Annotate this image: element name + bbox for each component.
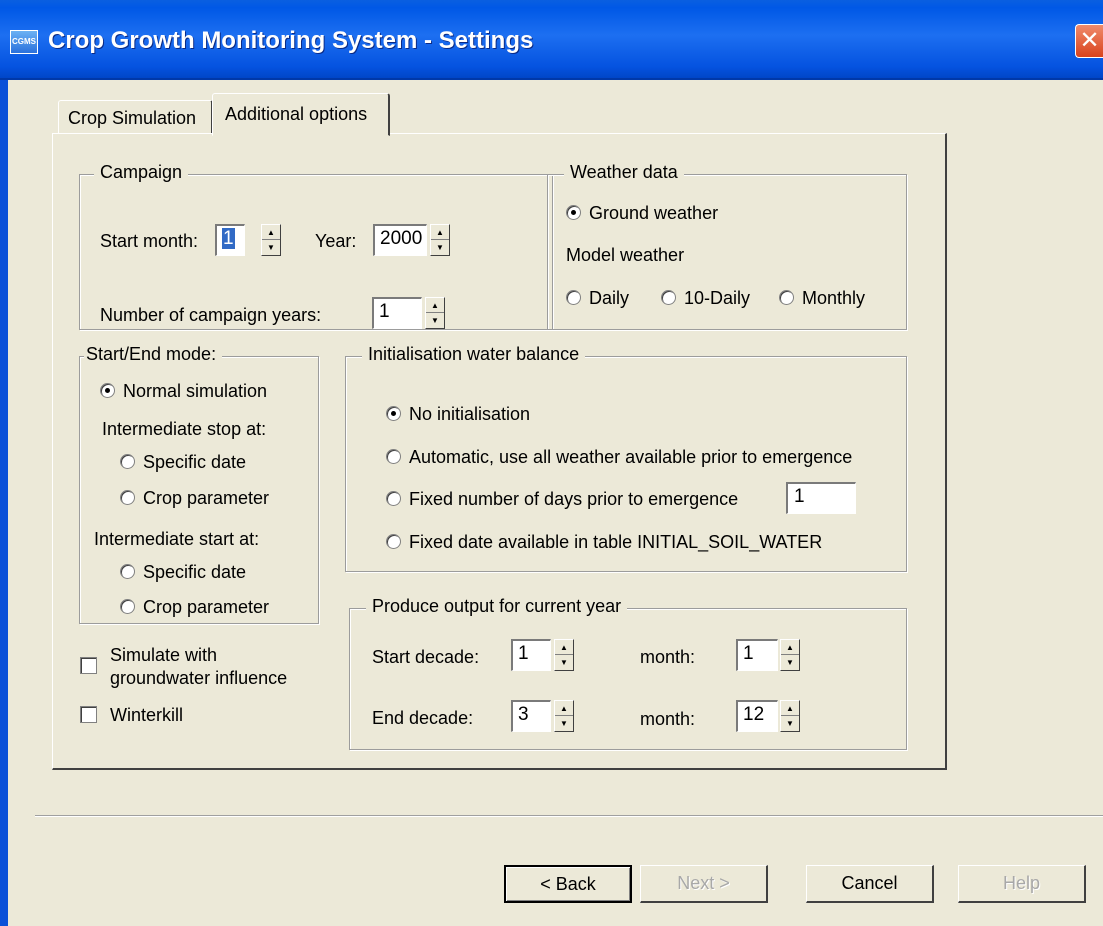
tab-additional-options[interactable]: Additional options	[212, 93, 390, 136]
spin-up-icon[interactable]: ▲	[431, 225, 449, 240]
init-water-legend: Initialisation water balance	[362, 344, 586, 365]
radio-start-specific-date[interactable]: Specific date	[120, 562, 246, 583]
weather-data-group: Weather data Ground weather Model weathe…	[547, 162, 907, 330]
radio-stop-specific-date[interactable]: Specific date	[120, 452, 246, 473]
start-end-mode-group: Start/End mode: Normal simulation Interm…	[79, 344, 319, 624]
spin-up-icon[interactable]: ▲	[781, 701, 799, 716]
window-title: Crop Growth Monitoring System - Settings	[48, 27, 534, 54]
help-button[interactable]: Help	[958, 865, 1086, 903]
spin-down-icon[interactable]: ▼	[555, 655, 573, 670]
spin-up-icon[interactable]: ▲	[781, 640, 799, 655]
year-input[interactable]: 2000	[373, 224, 427, 256]
back-button[interactable]: < Back	[504, 865, 632, 903]
num-years-input[interactable]: 1	[372, 297, 422, 329]
groundwater-label-line2: groundwater influence	[110, 668, 288, 688]
end-decade-input[interactable]: 3	[511, 700, 551, 732]
end-month-output-spinner[interactable]: ▲ ▼	[780, 700, 800, 732]
spin-down-icon[interactable]: ▼	[262, 240, 280, 255]
start-month-output-input[interactable]: 1	[736, 639, 778, 671]
start-decade-spinner[interactable]: ▲ ▼	[554, 639, 574, 671]
fixed-days-input[interactable]: 1	[786, 482, 856, 514]
title-bar: CGMS Crop Growth Monitoring System - Set…	[0, 0, 1103, 80]
start-decade-label: Start decade:	[372, 647, 480, 667]
intermediate-stop-label: Intermediate stop at:	[102, 419, 267, 439]
next-button[interactable]: Next >	[640, 865, 768, 903]
radio-automatic[interactable]: Automatic, use all weather available pri…	[386, 447, 852, 468]
radio-icon	[386, 534, 401, 549]
radio-fixed-date[interactable]: Fixed date available in table INITIAL_SO…	[386, 532, 822, 553]
spin-down-icon[interactable]: ▼	[781, 716, 799, 731]
radio-icon	[120, 454, 135, 469]
radio-ground-weather[interactable]: Ground weather	[566, 203, 718, 224]
radio-icon	[120, 564, 135, 579]
radio-icon	[386, 491, 401, 506]
spin-down-icon[interactable]: ▼	[555, 716, 573, 731]
num-years-label: Number of campaign years:	[100, 305, 322, 325]
cancel-button[interactable]: Cancel	[806, 865, 934, 903]
start-month-output-label: month:	[640, 647, 696, 667]
radio-fixed-days[interactable]: Fixed number of days prior to emergence	[386, 489, 738, 510]
window-frame-left	[0, 80, 8, 926]
tab-panel-additional-options: Campaign Start month: 1 ▲ ▼ Year: 2000 ▲…	[52, 133, 947, 770]
app-icon: CGMS	[10, 30, 38, 54]
radio-icon	[779, 290, 794, 305]
radio-normal-simulation[interactable]: Normal simulation	[100, 381, 267, 402]
spin-down-icon[interactable]: ▼	[426, 313, 444, 328]
radio-icon	[386, 449, 401, 464]
init-water-balance-group: Initialisation water balance No initiali…	[345, 344, 907, 572]
winterkill-checkbox[interactable]	[80, 706, 97, 723]
year-spinner[interactable]: ▲ ▼	[430, 224, 450, 256]
start-month-input[interactable]: 1	[215, 224, 245, 256]
radio-icon	[120, 490, 135, 505]
button-separator	[35, 815, 1103, 817]
tab-crop-simulation[interactable]: Crop Simulation	[58, 100, 213, 134]
spin-up-icon[interactable]: ▲	[426, 298, 444, 313]
close-icon: ✕	[1079, 27, 1100, 54]
end-decade-spinner[interactable]: ▲ ▼	[554, 700, 574, 732]
radio-icon	[120, 599, 135, 614]
groundwater-label-line1: Simulate with	[110, 645, 218, 665]
campaign-group: Campaign Start month: 1 ▲ ▼ Year: 2000 ▲…	[79, 162, 553, 330]
radio-no-initialisation[interactable]: No initialisation	[386, 404, 530, 425]
weather-legend: Weather data	[564, 162, 684, 183]
radio-daily[interactable]: Daily	[566, 288, 629, 309]
end-month-output-input[interactable]: 12	[736, 700, 778, 732]
spin-up-icon[interactable]: ▲	[555, 701, 573, 716]
spin-down-icon[interactable]: ▼	[431, 240, 449, 255]
radio-10-daily[interactable]: 10-Daily	[661, 288, 750, 309]
model-weather-label: Model weather	[566, 245, 685, 265]
close-button[interactable]: ✕	[1075, 24, 1103, 58]
start-end-legend: Start/End mode:	[84, 344, 223, 365]
radio-icon	[566, 290, 581, 305]
num-years-spinner[interactable]: ▲ ▼	[425, 297, 445, 329]
year-label: Year:	[315, 231, 357, 251]
start-month-spinner[interactable]: ▲ ▼	[261, 224, 281, 256]
radio-monthly[interactable]: Monthly	[779, 288, 865, 309]
output-legend: Produce output for current year	[366, 596, 628, 617]
end-month-output-label: month:	[640, 709, 696, 729]
spin-up-icon[interactable]: ▲	[555, 640, 573, 655]
radio-icon	[661, 290, 676, 305]
start-month-label: Start month:	[100, 231, 199, 251]
groundwater-checkbox[interactable]	[80, 657, 97, 674]
end-decade-label: End decade:	[372, 708, 474, 728]
radio-selected-icon	[100, 383, 115, 398]
produce-output-group: Produce output for current year Start de…	[349, 596, 907, 750]
start-decade-input[interactable]: 1	[511, 639, 551, 671]
spin-up-icon[interactable]: ▲	[262, 225, 280, 240]
intermediate-start-label: Intermediate start at:	[94, 529, 260, 549]
radio-selected-icon	[566, 205, 581, 220]
radio-stop-crop-parameter[interactable]: Crop parameter	[120, 488, 269, 509]
radio-start-crop-parameter[interactable]: Crop parameter	[120, 597, 269, 618]
start-month-output-spinner[interactable]: ▲ ▼	[780, 639, 800, 671]
radio-selected-icon	[386, 406, 401, 421]
spin-down-icon[interactable]: ▼	[781, 655, 799, 670]
winterkill-label: Winterkill	[110, 705, 184, 725]
campaign-legend: Campaign	[94, 162, 189, 183]
